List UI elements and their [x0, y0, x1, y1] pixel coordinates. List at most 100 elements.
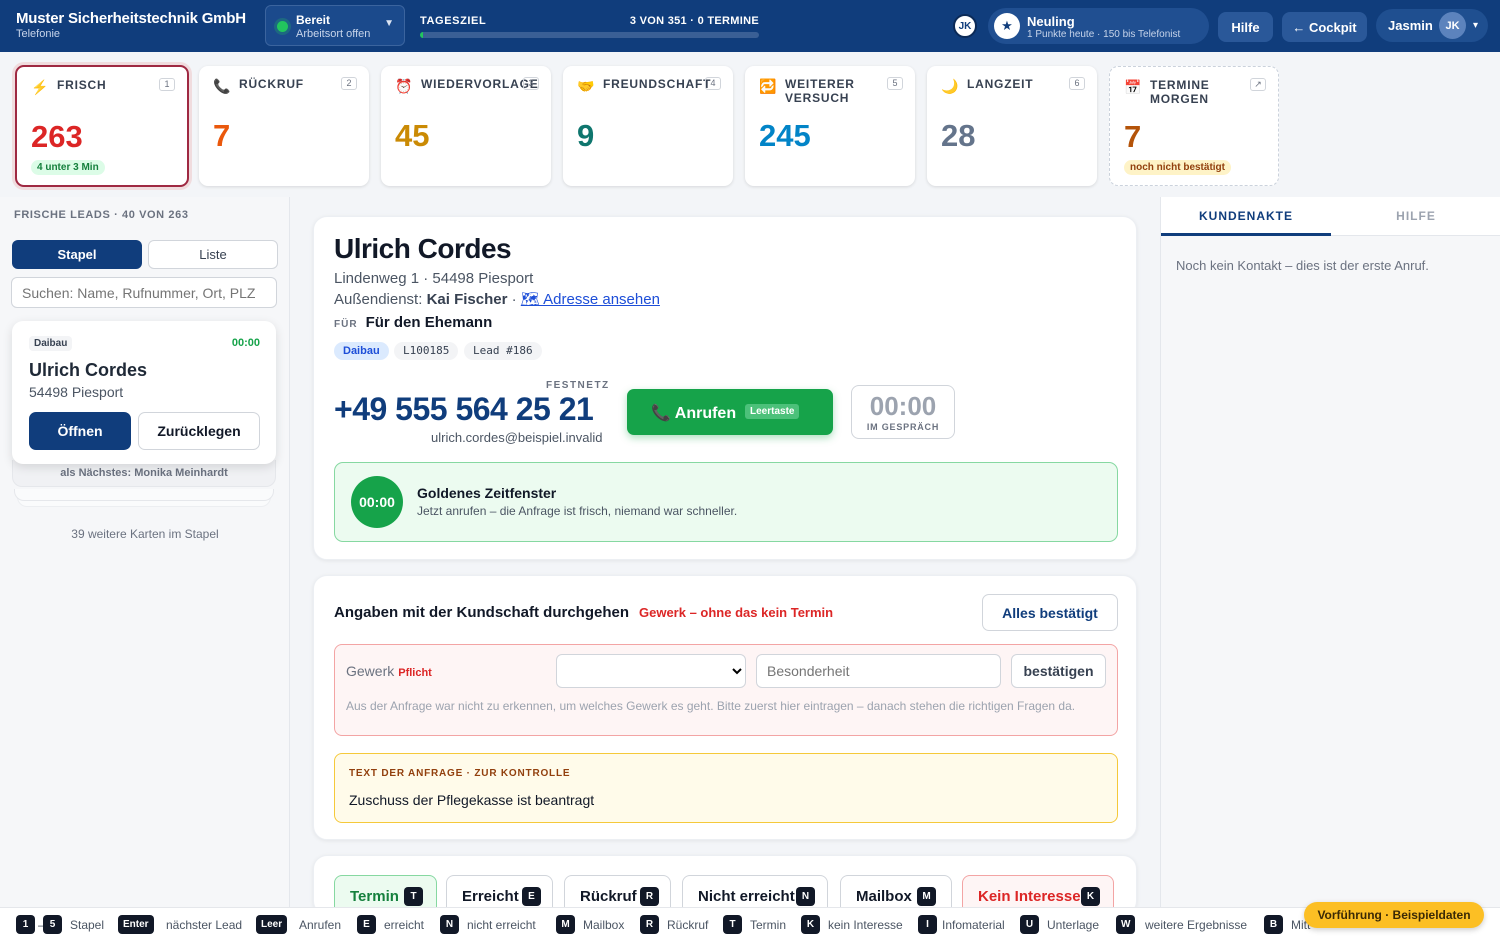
- lead-id-chip: L100185: [394, 342, 459, 360]
- stack-remaining: 39 weitere Karten im Stapel: [71, 527, 219, 541]
- shortcut-key: B: [1264, 915, 1283, 934]
- shortcut-key: K: [801, 915, 820, 934]
- golden-window-banner: 00:00 Goldenes Zeitfenster Jetzt anrufen…: [334, 462, 1118, 542]
- email-address[interactable]: ulrich.cordes@beispiel.invalid: [431, 430, 602, 445]
- queue-label: WEITERER VERSUCH: [785, 77, 855, 105]
- shortcut-key: M: [917, 887, 936, 906]
- shortcut-key: N: [796, 887, 815, 906]
- outcome-label: Rückruf: [580, 888, 637, 905]
- queue-count: 245: [759, 118, 811, 153]
- map-link[interactable]: 🗺 Adresse ansehen: [521, 291, 660, 308]
- open-lead-button[interactable]: Öffnen: [29, 412, 131, 450]
- call-button[interactable]: 📞 Anrufen Leertaste: [627, 389, 833, 435]
- confirm-button[interactable]: bestätigen: [1011, 654, 1106, 688]
- shortcut-key: M: [556, 915, 575, 934]
- avatar[interactable]: JK: [953, 14, 977, 38]
- shortcut-key: Leertaste: [745, 404, 800, 419]
- shortcut-key: T: [404, 887, 423, 906]
- user-menu[interactable]: Jasmin JK ▾: [1376, 9, 1488, 42]
- special-input[interactable]: [756, 654, 1001, 688]
- outcome-label: Mailbox: [856, 888, 912, 905]
- outcome-label: Erreicht: [462, 888, 519, 905]
- queue-count: 7: [213, 118, 231, 153]
- field-rep-prefix: Außendienst:: [334, 291, 423, 308]
- demo-badge: Vorführung · Beispieldaten: [1304, 902, 1484, 928]
- outcome-label: Nicht erreicht: [698, 888, 795, 905]
- queue-card-wiedervorlage[interactable]: ⏰ WIEDERVORLAGE 3 45: [381, 66, 551, 186]
- queue-card-termine-morgen[interactable]: 📅 TERMINE MORGEN ↗ 7 noch nicht bestätig…: [1109, 66, 1279, 186]
- queue-card-frisch[interactable]: ⚡ FRISCH 1 263 4 unter 3 Min: [15, 65, 189, 187]
- queue-card-rueckruf[interactable]: 📞 RÜCKRUF 2 7: [199, 66, 369, 186]
- shortcut-label: nächster Lead: [166, 918, 243, 932]
- call-timer: 00:00 IM GESPRÄCH: [851, 385, 955, 439]
- contact-panel: Ulrich Cordes Lindenweg 1 · 54498 Piespo…: [313, 216, 1137, 560]
- lead-card[interactable]: Daibau 00:00 Ulrich Cordes 54498 Piespor…: [12, 321, 276, 464]
- checklist-heading: Angaben mit der Kundschaft durchgehen: [334, 604, 630, 621]
- shortcut-label: Termin: [750, 918, 787, 932]
- top-header: Muster Sicherheitstechnik GmbH Telefonie…: [0, 0, 1500, 52]
- tab-customer-file[interactable]: KUNDENAKTE: [1161, 197, 1331, 236]
- queue-count: 7: [1124, 119, 1142, 154]
- shortcut-key: E: [522, 887, 541, 906]
- department-name: Telefonie: [16, 28, 61, 40]
- contact-name: Ulrich Cordes: [334, 233, 512, 264]
- gewerk-select[interactable]: [556, 654, 746, 688]
- lead-timer: 00:00: [231, 337, 260, 349]
- queue-card-freundschaft[interactable]: 🤝 FREUNDSCHAFT 4 9: [563, 66, 733, 186]
- put-back-button[interactable]: Zurücklegen: [138, 412, 260, 450]
- call-label: 📞 Anrufen: [651, 405, 737, 422]
- handshake-icon: 🤝: [577, 78, 595, 94]
- field-rep-name: Kai Fischer: [426, 291, 508, 308]
- shortcut-key: 2: [341, 77, 357, 90]
- shortcut-label: Mailbox: [583, 918, 625, 932]
- goal-progress-bar: [420, 32, 759, 38]
- shortcut-label: nicht erreicht: [467, 918, 536, 932]
- shortcut-label: kein Interesse: [828, 918, 903, 932]
- golden-subtitle: Jetzt anrufen – die Anfrage ist frisch, …: [417, 504, 738, 518]
- gewerk-label-text: Gewerk: [346, 663, 395, 679]
- outcome-label: Kein Interesse: [978, 888, 1081, 905]
- customer-file-message: Noch kein Kontakt – dies ist der erste A…: [1176, 258, 1429, 273]
- gewerk-label: Gewerk Pflicht: [346, 663, 432, 679]
- user-avatar: JK: [1439, 12, 1466, 39]
- status-dropdown[interactable]: Bereit Arbeitsort offen ▼: [265, 5, 405, 46]
- repeat-icon: 🔁: [759, 78, 777, 94]
- help-button[interactable]: Hilfe: [1218, 12, 1273, 42]
- rank-badge[interactable]: ★ Neuling 1 Punkte heute · 150 bis Telef…: [988, 8, 1209, 44]
- queue-label: WIEDERVORLAGE: [421, 77, 539, 91]
- shortcut-label: Infomaterial: [942, 918, 1005, 932]
- required-marker: Pflicht: [398, 667, 432, 679]
- queue-card-weiterer-versuch[interactable]: 🔁 WEITERER VERSUCH 5 245: [745, 66, 915, 186]
- lead-source-tag: Daibau: [29, 336, 73, 351]
- shortcut-key: R: [640, 915, 659, 934]
- search-input[interactable]: [11, 277, 277, 308]
- shortcut-key: 4: [705, 77, 721, 90]
- shortcut-key: W: [1116, 915, 1136, 934]
- field-rep-line: Außendienst: Kai Fischer · 🗺 Adresse ans…: [334, 291, 660, 308]
- queue-count: 263: [31, 119, 83, 154]
- chevron-down-icon: ▼: [384, 18, 394, 29]
- queue-label: FRISCH: [57, 78, 107, 92]
- calendar-icon: 📅: [1124, 79, 1142, 95]
- shortcut-key: T: [723, 915, 742, 934]
- shortcut-key: Leer: [256, 915, 288, 934]
- star-icon: ★: [994, 13, 1020, 39]
- stack-shadow: [14, 489, 274, 501]
- shortcut-key: K: [1081, 887, 1100, 906]
- lead-number-chip: Lead #186: [464, 342, 542, 360]
- for-line: FÜR Für den Ehemann: [334, 314, 492, 331]
- phone-number[interactable]: +49 555 564 25 21: [334, 391, 594, 428]
- golden-title: Goldenes Zeitfenster: [417, 485, 557, 501]
- gewerk-row: GewerkPflicht bestätigen Aus der Anfrage…: [334, 644, 1118, 736]
- phone-icon: 📞: [213, 78, 231, 94]
- queue-card-langzeit[interactable]: 🌙 LANGZEIT 6 28: [927, 66, 1097, 186]
- shortcut-label: weitere Ergebnisse: [1145, 918, 1248, 932]
- confirm-all-button[interactable]: Alles bestätigt: [982, 594, 1118, 631]
- next-lead-card[interactable]: als Nächstes: Monika Meinhardt: [12, 460, 276, 487]
- request-text: Zuschuss der Pflegekasse ist beantragt: [349, 792, 595, 808]
- tab-list[interactable]: Liste: [148, 240, 278, 269]
- cockpit-button[interactable]: ← Cockpit: [1282, 12, 1367, 42]
- outcome-label: Termin: [350, 888, 399, 905]
- tab-help[interactable]: HILFE: [1331, 197, 1500, 236]
- tab-stack[interactable]: Stapel: [12, 240, 142, 269]
